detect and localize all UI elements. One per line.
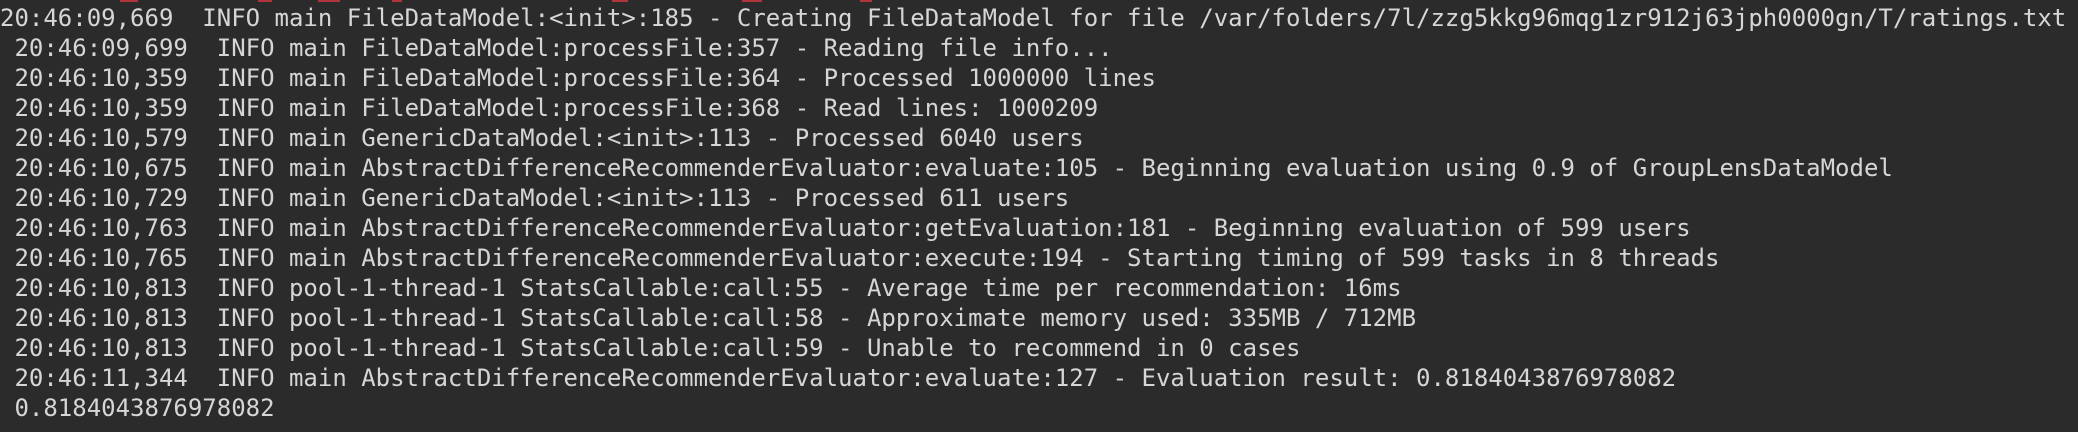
top-strip-tick [120, 0, 138, 2]
log-line: 20:46:10,813 INFO pool-1-thread-1 StatsC… [0, 304, 1417, 332]
log-line: 20:46:10,813 INFO pool-1-thread-1 StatsC… [0, 334, 1301, 362]
terminal-output[interactable]: 20:46:09,669 INFO main FileDataModel:<in… [0, 3, 2078, 432]
log-line: 20:46:09,699 INFO main FileDataModel:pro… [0, 34, 1113, 62]
log-line: 20:46:10,729 INFO main GenericDataModel:… [0, 184, 1070, 212]
top-strip-tick [860, 0, 872, 2]
log-line: 20:46:10,765 INFO main AbstractDifferenc… [0, 244, 1720, 272]
top-strip-tick [612, 0, 628, 2]
log-line: 0.8184043876978082 [0, 394, 275, 422]
top-strip-tick [258, 0, 272, 2]
log-line: 20:46:10,359 INFO main FileDataModel:pro… [0, 94, 1099, 122]
log-line: 20:46:10,579 INFO main GenericDataModel:… [0, 124, 1084, 152]
log-line: 20:46:11,344 INFO main AbstractDifferenc… [0, 364, 1677, 392]
top-strip-tick [318, 0, 340, 2]
log-line: 20:46:10,813 INFO pool-1-thread-1 StatsC… [0, 274, 1402, 302]
log-line: 20:46:10,359 INFO main FileDataModel:pro… [0, 64, 1156, 92]
top-strip-tick [742, 0, 762, 2]
log-line: 20:46:09,669 INFO main FileDataModel:<in… [0, 4, 2067, 32]
top-strip-tick [392, 0, 402, 2]
log-line: 20:46:10,763 INFO main AbstractDifferenc… [0, 214, 1691, 242]
log-line: 20:46:10,675 INFO main AbstractDifferenc… [0, 154, 1893, 182]
